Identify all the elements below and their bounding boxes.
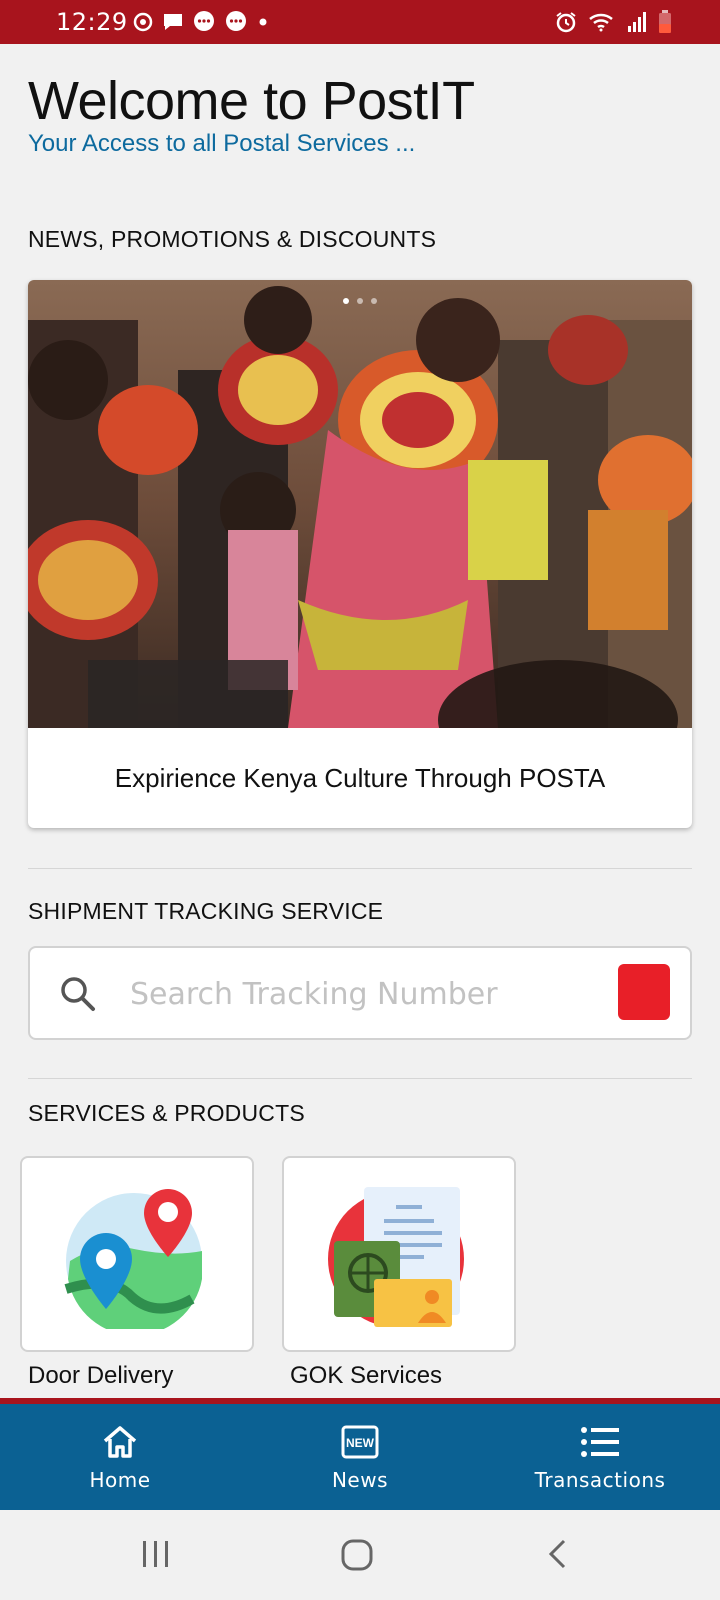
page-tagline: Your Access to all Postal Services ... (28, 130, 416, 157)
search-icon (61, 977, 95, 1011)
bottom-navigation: Home NEW News Transactions (0, 1404, 720, 1510)
service-label[interactable]: Door Delivery (28, 1362, 173, 1390)
tracking-section-title: SHIPMENT TRACKING SERVICE (28, 898, 384, 924)
nav-item-home[interactable]: Home (0, 1404, 240, 1510)
system-status-icons (554, 10, 672, 34)
carousel-indicators[interactable] (28, 298, 692, 304)
new-badge-icon: NEW (341, 1425, 379, 1459)
svg-text:NEW: NEW (346, 1436, 375, 1450)
status-time: 12:29 (56, 8, 128, 36)
back-icon[interactable] (546, 1538, 570, 1570)
list-icon (581, 1427, 619, 1457)
carousel-dot[interactable] (357, 298, 363, 304)
nav-item-transactions[interactable]: Transactions (480, 1404, 720, 1510)
service-tile-door-delivery[interactable] (20, 1156, 254, 1352)
services-section-title: SERVICES & PRODUCTS (28, 1100, 305, 1126)
page-title: Welcome to PostIT (28, 71, 475, 131)
system-navigation-bar (0, 1510, 720, 1600)
section-divider (28, 1078, 692, 1079)
dot-icon (259, 18, 267, 26)
documents-passport-icon (328, 1187, 464, 1327)
sync-icon (133, 12, 153, 32)
chat-icon (194, 11, 214, 31)
battery-low-icon (659, 10, 671, 33)
notification-icons (132, 10, 270, 34)
tracking-submit-button[interactable] (618, 964, 670, 1020)
nav-label-news: News (331, 1468, 389, 1492)
alarm-icon (556, 12, 576, 33)
recents-icon[interactable] (140, 1538, 172, 1570)
status-bar: 12:29 (0, 0, 720, 44)
service-tile-gok-services[interactable] (282, 1156, 516, 1352)
promo-carousel-card[interactable]: Expirience Kenya Culture Through POSTA (28, 280, 692, 828)
tracking-search-box[interactable] (28, 946, 692, 1040)
home-circle-icon[interactable] (340, 1538, 374, 1572)
section-divider (28, 868, 692, 869)
signal-icon (628, 12, 646, 32)
service-label[interactable]: GOK Services (290, 1362, 442, 1390)
nav-item-news[interactable]: NEW News (240, 1404, 480, 1510)
nav-label-home: Home (89, 1468, 151, 1492)
wifi-icon (589, 13, 613, 32)
tracking-number-input[interactable] (130, 966, 600, 1022)
promo-image[interactable] (28, 280, 692, 728)
home-icon (103, 1426, 137, 1458)
promo-caption[interactable]: Expirience Kenya Culture Through POSTA (28, 728, 692, 828)
news-section-title: NEWS, PROMOTIONS & DISCOUNTS (28, 226, 437, 252)
map-pin-icon (64, 1189, 202, 1329)
message-icon (164, 14, 182, 30)
carousel-dot[interactable] (371, 298, 377, 304)
carousel-dot[interactable] (343, 298, 349, 304)
nav-label-transactions: Transactions (534, 1468, 666, 1492)
chat-icon (226, 11, 246, 31)
